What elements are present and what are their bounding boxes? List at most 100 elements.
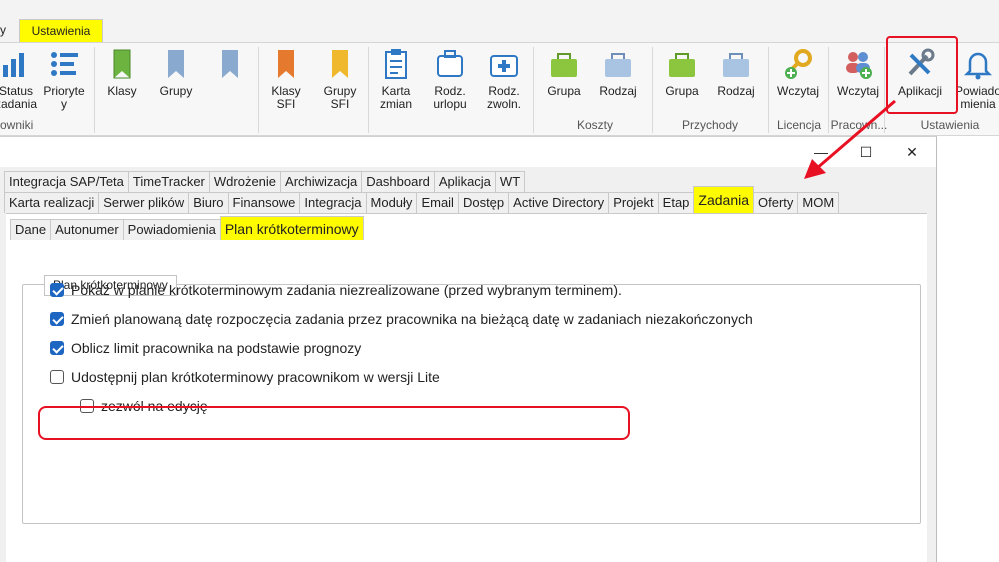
option-row[interactable]: Oblicz limit pracownika na podstawie pro… — [50, 338, 361, 358]
ribbon-separator — [652, 47, 653, 133]
ribbon-button-status-zadania[interactable]: Status zadania — [0, 47, 42, 111]
ribbon-button-label: Status zadania — [0, 84, 38, 111]
ribbon-button-rodzaj[interactable]: Rodzaj — [710, 47, 762, 98]
ribbon-button-label: Rodzaj — [717, 84, 755, 98]
ribbon-button-label: Rodz. zwoln. — [486, 84, 521, 111]
option-label: Zmień planowaną datę rozpoczęcia zadania… — [71, 311, 753, 327]
ribbon-button-karta-zmian[interactable]: Karta zmian — [370, 47, 422, 111]
clipboard-icon — [370, 47, 422, 81]
bookmark-yellow-icon — [314, 47, 366, 81]
ribbon-button-grupa[interactable]: Grupa — [538, 47, 590, 98]
ribbon-button-label: Powiado mienia — [954, 84, 999, 111]
option-row[interactable]: Udostępnij plan krótkoterminowy pracowni… — [50, 367, 440, 387]
checkbox[interactable] — [50, 370, 64, 384]
bookmark-blue-icon — [150, 47, 202, 81]
bag-green-icon — [538, 47, 590, 81]
tab-etap[interactable]: Etap — [657, 192, 695, 213]
tab-karta-realizacji[interactable]: Karta realizacji — [4, 192, 100, 213]
annotation-highlight-option — [38, 406, 630, 440]
option-label: Pokaż w planie krótkoterminowym zadania … — [71, 282, 622, 298]
ribbon-button-grupa[interactable]: Grupa — [656, 47, 708, 98]
tab-dashboard[interactable]: Dashboard — [361, 171, 435, 192]
settings-dialog: — ☐ ✕ Plan krótkoterminowy Integracja SA… — [0, 136, 937, 562]
ribbon-tab-ustawienia[interactable]: Ustawienia — [19, 19, 103, 43]
option-row[interactable]: Zmień planowaną datę rozpoczęcia zadania… — [50, 309, 753, 329]
ribbon-button-label: Grupy — [159, 84, 193, 98]
ribbon-tab-strip: y Ustawienia — [0, 0, 999, 43]
tab-projekt[interactable]: Projekt — [608, 192, 659, 213]
tab-dostęp[interactable]: Dostęp — [457, 192, 510, 213]
ribbon-button-prioryte-y[interactable]: Prioryte y — [38, 47, 90, 111]
tab-content-panel: Plan krótkoterminowy — [6, 213, 927, 562]
key-plus-icon — [772, 47, 824, 81]
checkbox[interactable] — [50, 341, 64, 355]
tab-aplikacja[interactable]: Aplikacja — [433, 171, 496, 192]
ribbon-separator — [94, 47, 95, 133]
tab-zadania[interactable]: Zadania — [693, 186, 754, 213]
tab-biuro[interactable]: Biuro — [188, 192, 229, 213]
ribbon-button-unnamed[interactable] — [204, 47, 256, 85]
ribbon-button-klasy[interactable]: Klasy — [96, 47, 148, 98]
tab-active-directory[interactable]: Active Directory — [508, 192, 610, 213]
bookmark-blue-icon — [204, 47, 256, 81]
ribbon-button-label: Klasy SFI — [271, 84, 301, 111]
tab-serwer-plików[interactable]: Serwer plików — [98, 192, 190, 213]
ribbon-group-label: Ustawienia — [920, 118, 980, 132]
ribbon-tab-partial[interactable]: y — [0, 19, 6, 43]
tab-wt[interactable]: WT — [494, 171, 526, 192]
ribbon-button-rodz.-urlopu[interactable]: Rodz. urlopu — [424, 47, 476, 111]
ribbon-button-klasy-sfi[interactable]: Klasy SFI — [260, 47, 312, 111]
ribbon-button-grupy[interactable]: Grupy — [150, 47, 202, 98]
ribbon-separator — [533, 47, 534, 133]
ribbon-separator — [258, 47, 259, 133]
tab-mom[interactable]: MOM — [797, 192, 840, 213]
bookmark-green-icon — [96, 47, 148, 81]
tab-plan-krótkoterminowy[interactable]: Plan krótkoterminowy — [219, 216, 364, 240]
ribbon-button-wczytaj[interactable]: Wczytaj — [832, 47, 884, 98]
bag-blue-icon — [710, 47, 762, 81]
tab-integracja-sap-teta[interactable]: Integracja SAP/Teta — [4, 171, 129, 192]
users-plus-icon — [832, 47, 884, 81]
tab-wdrożenie[interactable]: Wdrożenie — [208, 171, 282, 192]
ribbon-button-rodz.-zwoln.[interactable]: Rodz. zwoln. — [478, 47, 530, 111]
ribbon-button-wczytaj[interactable]: Wczytaj — [772, 47, 824, 98]
tab-integracja[interactable]: Integracja — [299, 192, 367, 213]
medical-kit-icon — [478, 47, 530, 81]
ribbon-group-label: Koszty — [576, 118, 613, 132]
tab-dane[interactable]: Dane — [10, 219, 52, 240]
ribbon-button-label: Prioryte y — [43, 84, 85, 111]
ribbon-button-grupy-sfi[interactable]: Grupy SFI — [314, 47, 366, 111]
tab-row-1: Integracja SAP/Teta TimeTracker Wdrożenie A… — [4, 171, 526, 192]
ribbon-group-label: Przychody — [681, 118, 739, 132]
option-label: Udostępnij plan krótkoterminowy pracowni… — [71, 369, 440, 385]
tab-autonumer[interactable]: Autonumer — [50, 219, 124, 240]
ribbon-button-rodzaj[interactable]: Rodzaj — [592, 47, 644, 98]
tab-email[interactable]: Email — [416, 192, 459, 213]
tab-moduły[interactable]: Moduły — [365, 192, 418, 213]
tab-powiadomienia[interactable]: Powiadomienia — [122, 219, 221, 240]
ribbon-button-label: Grupa — [665, 84, 699, 98]
bell-icon — [952, 47, 999, 81]
ribbon-group-label: owniki — [0, 118, 34, 132]
option-row[interactable]: Pokaż w planie krótkoterminowym zadania … — [50, 280, 622, 300]
priority-list-icon — [38, 47, 90, 81]
tab-oferty[interactable]: Oferty — [753, 192, 799, 213]
tab-finansowe[interactable]: Finansowe — [227, 192, 301, 213]
ribbon-button-label: Rodz. urlopu — [433, 84, 467, 111]
bag-green-icon — [656, 47, 708, 81]
tab-row-2: Karta realizacji Serwer plików Biuro Finans… — [4, 186, 840, 213]
bag-blue-icon — [592, 47, 644, 81]
status-chart-icon — [0, 47, 42, 81]
ribbon-button-label: Grupa — [547, 84, 581, 98]
ribbon-button-label: Karta zmian — [379, 84, 412, 111]
tab-timetracker[interactable]: TimeTracker — [127, 171, 210, 192]
checkbox[interactable] — [50, 312, 64, 326]
dialog-titlebar: — ☐ ✕ — [0, 137, 936, 167]
tab-archiwizacja[interactable]: Archiwizacja — [280, 171, 363, 192]
ribbon-button-powiado-mienia[interactable]: Powiado mienia — [952, 47, 999, 111]
suitcase-icon — [424, 47, 476, 81]
checkbox[interactable] — [50, 283, 64, 297]
ribbon-separator — [368, 47, 369, 133]
option-label: Oblicz limit pracownika na podstawie pro… — [71, 340, 362, 356]
ribbon-button-label: Grupy SFI — [323, 84, 357, 111]
